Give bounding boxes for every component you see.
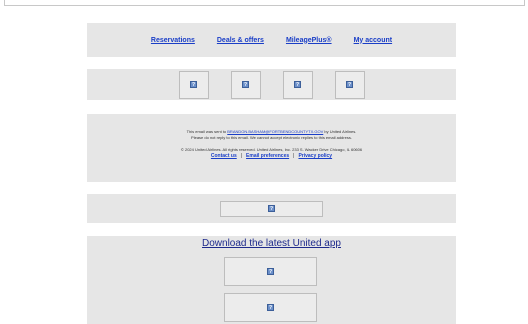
banner-image[interactable]: ? bbox=[220, 200, 323, 217]
social-image-1[interactable]: ? bbox=[178, 70, 209, 99]
broken-image-icon: ? bbox=[190, 81, 197, 88]
social-icons-row: ? ? ? ? bbox=[87, 69, 456, 100]
footer-links: Contact us | Email preferences | Privacy pol… bbox=[87, 153, 456, 161]
broken-image-icon: ? bbox=[268, 205, 275, 212]
banner-section: ? bbox=[87, 194, 456, 223]
broken-image-icon: ? bbox=[267, 268, 274, 275]
broken-image-icon: ? bbox=[267, 304, 274, 311]
social-image-3[interactable]: ? bbox=[282, 70, 313, 99]
social-image-2[interactable]: ? bbox=[230, 70, 261, 99]
sent-to-prefix: This email was sent to bbox=[186, 129, 228, 134]
sent-to-suffix: by United Airlines. bbox=[323, 129, 357, 134]
nav-reservations-link[interactable]: Reservations bbox=[151, 37, 195, 44]
recipient-email-link[interactable]: BRANDON.BASHAM@FORTBENDCOUNTYTX.GOV bbox=[227, 129, 323, 134]
privacy-policy-link[interactable]: Privacy policy bbox=[298, 153, 332, 159]
nav-deals-link[interactable]: Deals & offers bbox=[217, 37, 264, 44]
link-separator: | bbox=[240, 153, 243, 159]
google-play-badge[interactable]: ? bbox=[224, 293, 317, 322]
email-preferences-link[interactable]: Email preferences bbox=[246, 153, 289, 159]
nav-my-account-link[interactable]: My account bbox=[354, 37, 393, 44]
no-reply-notice: Please do not reply to this email. We ca… bbox=[191, 135, 352, 140]
nav-mileageplus-link[interactable]: MileagePlus® bbox=[286, 37, 332, 44]
download-app-link[interactable]: Download the latest United app bbox=[87, 238, 456, 249]
sent-to-line: This email was sent to BRANDON.BASHAM@FO… bbox=[87, 114, 456, 135]
broken-image-icon: ? bbox=[346, 81, 353, 88]
social-image-4[interactable]: ? bbox=[334, 70, 365, 99]
top-divider bbox=[87, 5, 456, 6]
footer-panel: This email was sent to BRANDON.BASHAM@FO… bbox=[87, 114, 456, 182]
contact-us-link[interactable]: Contact us bbox=[211, 153, 237, 159]
link-separator: | bbox=[293, 153, 295, 159]
broken-image-icon: ? bbox=[294, 81, 301, 88]
app-store-badge[interactable]: ? bbox=[224, 257, 317, 286]
broken-image-icon: ? bbox=[242, 81, 249, 88]
app-download-section: Download the latest United app ? ? bbox=[87, 236, 456, 324]
nav-bar: Reservations Deals & offers MileagePlus®… bbox=[87, 23, 456, 57]
